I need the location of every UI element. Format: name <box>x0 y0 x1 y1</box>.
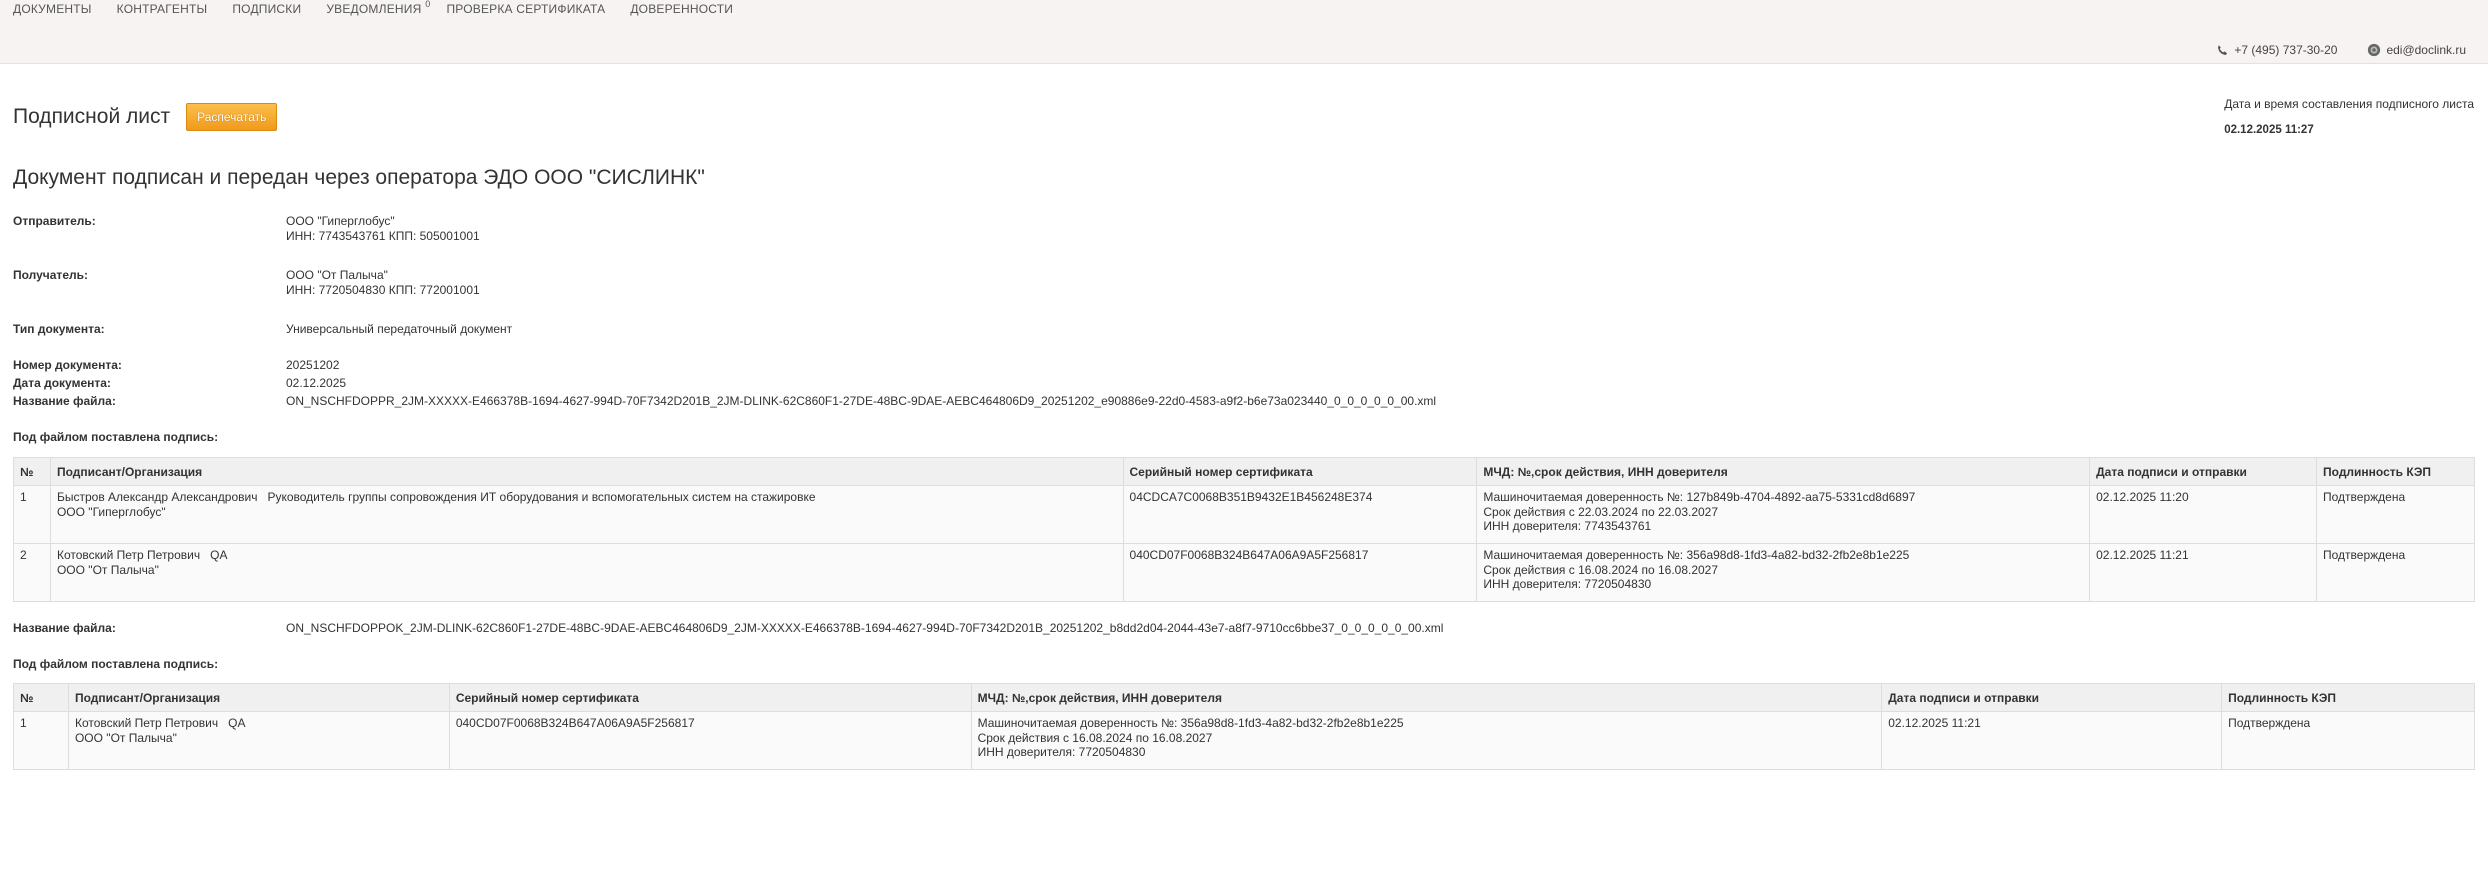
recipient-value: ООО "От Палыча" ИНН: 7720504830 КПП: 772… <box>286 268 480 298</box>
cell-signer: Котовский Петр Петрович QA ООО "От Палыч… <box>67 711 450 770</box>
cell-serial: 040CD07F0068B324B647A06A9A5F256817 <box>448 711 972 770</box>
phone-number[interactable]: +7 (495) 737-30-20 <box>2234 43 2337 57</box>
mchd-inn: ИНН доверителя: 7743543761 <box>1483 519 1652 533</box>
signatures2-title: Под файлом поставлена подпись: <box>13 657 219 671</box>
compilation-date-value: 02.12.2025 11:27 <box>2224 124 2314 136</box>
signer-org: ООО "Гиперглобус" <box>56 504 166 519</box>
nav-item-counterparties[interactable]: КОНТРАГЕНТЫ <box>117 2 208 16</box>
compilation-date-label: Дата и время составления подписного лист… <box>2224 97 2474 111</box>
table-row: 1 Котовский Петр Петрович QA ООО "От Пал… <box>13 711 2475 770</box>
col-header-mchd: МЧД: №,срок действия, ИНН доверителя <box>1476 457 2091 486</box>
col-header-serial: Серийный номер сертификата <box>448 683 972 712</box>
col-header-num: № <box>13 457 51 486</box>
sender-ids: ИНН: 7743543761 КПП: 505001001 <box>286 229 480 243</box>
document-heading: Документ подписан и передан через операт… <box>13 166 705 189</box>
notifications-count-badge: 0 <box>425 0 431 9</box>
filename-value: ON_NSCHFDOPPR_2JM-XXXXX-E466378B-1694-46… <box>286 394 1437 408</box>
nav-item-notifications[interactable]: УВЕДОМЛЕНИЯ 0 <box>326 0 430 16</box>
col-header-serial: Серийный номер сертификата <box>1122 457 1478 486</box>
email-address[interactable]: edi@doclink.ru <box>2386 43 2466 57</box>
doc-date-value: 02.12.2025 <box>286 376 347 390</box>
filename-label: Название файла: <box>13 394 116 408</box>
mchd-number: Машиночитаемая доверенность №: 127b849b-… <box>1483 490 1916 504</box>
cell-signer: Котовский Петр Петрович QA ООО "От Палыч… <box>49 543 1124 602</box>
nav-item-notifications-label: УВЕДОМЛЕНИЯ <box>326 2 422 16</box>
sender-value: ООО "Гиперглобус" ИНН: 7743543761 КПП: 5… <box>286 214 480 244</box>
filename2-label: Название файла: <box>13 621 116 635</box>
cell-status: Подтверждена <box>2221 711 2475 770</box>
signatures1-title: Под файлом поставлена подпись: <box>13 430 219 444</box>
signer-name: Быстров Александр Александрович Руководи… <box>56 490 816 504</box>
nav-item-documents[interactable]: ДОКУМЕНТЫ <box>13 2 92 16</box>
cell-serial: 04CDCA7C0068B351B9432E1B456248E374 <box>1122 485 1478 544</box>
cell-date: 02.12.2025 11:21 <box>1881 711 2223 770</box>
signer-name: Котовский Петр Петрович QA <box>56 548 228 562</box>
nav-item-certificate-check[interactable]: ПРОВЕРКА СЕРТИФИКАТА <box>446 2 605 16</box>
cell-mchd: Машиночитаемая доверенность №: 127b849b-… <box>1476 485 2091 544</box>
col-header-mchd: МЧД: №,срок действия, ИНН доверителя <box>970 683 1883 712</box>
contact-phone: +7 (495) 737-30-20 <box>2216 43 2337 57</box>
main-nav: ДОКУМЕНТЫ КОНТРАГЕНТЫ ПОДПИСКИ УВЕДОМЛЕН… <box>13 0 733 16</box>
doc-number-label: Номер документа: <box>13 358 122 372</box>
cell-serial: 040CD07F0068B324B647A06A9A5F256817 <box>1122 543 1478 602</box>
nav-item-powers-of-attorney[interactable]: ДОВЕРЕННОСТИ <box>630 2 733 16</box>
sender-name: ООО "Гиперглобус" <box>286 214 395 228</box>
cell-signer: Быстров Александр Александрович Руководи… <box>49 485 1124 544</box>
mchd-validity: Срок действия с 16.08.2024 по 16.08.2027 <box>1483 562 1719 577</box>
filename2-value: ON_NSCHFDOPPOK_2JM-DLINK-62C860F1-27DE-4… <box>286 621 1444 635</box>
print-button[interactable]: Распечатать <box>186 103 278 131</box>
page-title: Подписной лист <box>13 105 171 128</box>
recipient-label: Получатель: <box>13 268 88 282</box>
doc-number-value: 20251202 <box>286 358 340 372</box>
email-icon <box>2367 43 2381 57</box>
table-header-row: № Подписант/Организация Серийный номер с… <box>13 457 2475 486</box>
cell-date: 02.12.2025 11:21 <box>2089 543 2318 602</box>
col-header-num: № <box>13 683 69 712</box>
table-header-row: № Подписант/Организация Серийный номер с… <box>13 683 2475 712</box>
cell-status: Подтверждена <box>2316 485 2475 544</box>
col-header-signer: Подписант/Организация <box>49 457 1124 486</box>
recipient-name: ООО "От Палыча" <box>286 268 388 282</box>
phone-icon <box>2216 44 2229 57</box>
doc-type-label: Тип документа: <box>13 322 105 336</box>
contacts: +7 (495) 737-30-20 edi@doclink.ru <box>2216 43 2466 57</box>
cell-date: 02.12.2025 11:20 <box>2089 485 2318 544</box>
cell-mchd: Машиночитаемая доверенность №: 356a98d8-… <box>970 711 1883 770</box>
recipient-ids: ИНН: 7720504830 КПП: 772001001 <box>286 283 480 297</box>
col-header-date: Дата подписи и отправки <box>2089 457 2318 486</box>
signer-name: Котовский Петр Петрович QA <box>74 716 246 730</box>
table-row: 2 Котовский Петр Петрович QA ООО "От Пал… <box>13 543 2475 602</box>
cell-mchd: Машиночитаемая доверенность №: 356a98d8-… <box>1476 543 2091 602</box>
nav-item-subscriptions[interactable]: ПОДПИСКИ <box>232 2 301 16</box>
cell-num: 1 <box>13 485 51 544</box>
col-header-signer: Подписант/Организация <box>67 683 450 712</box>
sender-label: Отправитель: <box>13 214 96 228</box>
compilation-date-block: Дата и время составления подписного лист… <box>2224 97 2474 136</box>
mchd-number: Машиночитаемая доверенность №: 356a98d8-… <box>977 716 1404 730</box>
signatures-table-2: № Подписант/Организация Серийный номер с… <box>13 683 2475 770</box>
cell-status: Подтверждена <box>2316 543 2475 602</box>
signatures-table-1: № Подписант/Организация Серийный номер с… <box>13 457 2475 602</box>
doc-date-label: Дата документа: <box>13 376 111 390</box>
signer-org: ООО "От Палыча" <box>74 730 177 745</box>
col-header-status: Подлинность КЭП <box>2316 457 2475 486</box>
cell-num: 2 <box>13 543 51 602</box>
col-header-status: Подлинность КЭП <box>2221 683 2475 712</box>
cell-num: 1 <box>13 711 69 770</box>
col-header-date: Дата подписи и отправки <box>1881 683 2223 712</box>
mchd-validity: Срок действия с 16.08.2024 по 16.08.2027 <box>977 730 1213 745</box>
top-navbar: ДОКУМЕНТЫ КОНТРАГЕНТЫ ПОДПИСКИ УВЕДОМЛЕН… <box>0 0 2488 64</box>
contact-email: edi@doclink.ru <box>2367 43 2466 57</box>
signer-org: ООО "От Палыча" <box>56 562 159 577</box>
mchd-validity: Срок действия с 22.03.2024 по 22.03.2027 <box>1483 504 1719 519</box>
mchd-inn: ИНН доверителя: 7720504830 <box>977 745 1146 759</box>
mchd-inn: ИНН доверителя: 7720504830 <box>1483 577 1652 591</box>
table-row: 1 Быстров Александр Александрович Руково… <box>13 485 2475 544</box>
title-row: Подписной лист Распечатать <box>13 103 278 131</box>
doc-type-value: Универсальный передаточный документ <box>286 322 513 336</box>
mchd-number: Машиночитаемая доверенность №: 356a98d8-… <box>1483 548 1910 562</box>
